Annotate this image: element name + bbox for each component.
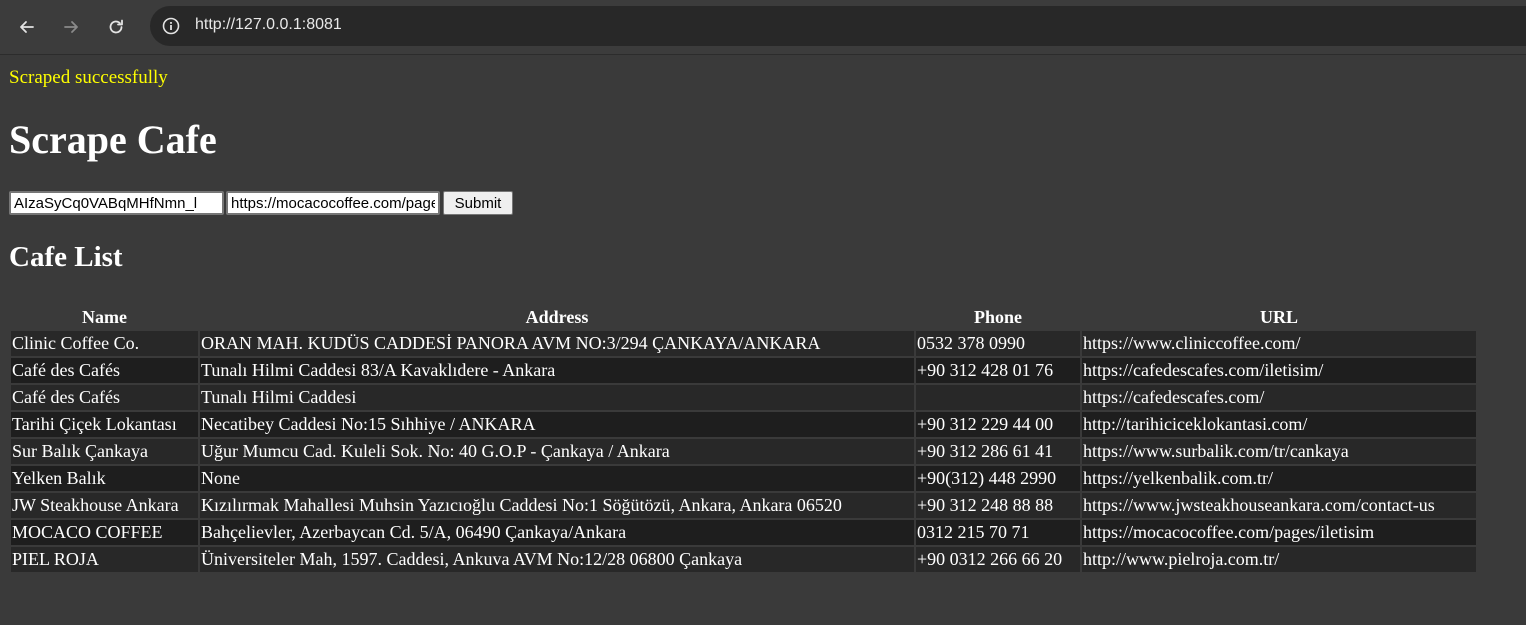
site-info-button[interactable] [158, 13, 184, 39]
cell-name: PIEL ROJA [11, 547, 198, 572]
reload-button[interactable] [99, 10, 133, 44]
table-row: Tarihi Çiçek Lokantası Necatibey Caddesi… [11, 412, 1476, 437]
cell-phone: +90 312 428 01 76 [916, 358, 1080, 383]
cell-address: Tunalı Hilmi Caddesi 83/A Kavaklıdere - … [200, 358, 914, 383]
api-key-input[interactable] [9, 191, 224, 215]
cell-name: Clinic Coffee Co. [11, 331, 198, 356]
table-row: Sur Balık Çankaya Uğur Mumcu Cad. Kuleli… [11, 439, 1476, 464]
arrow-right-icon [64, 21, 78, 33]
cell-name: Sur Balık Çankaya [11, 439, 198, 464]
table-header-row: Name Address Phone URL [11, 305, 1476, 329]
cell-address: None [200, 466, 914, 491]
cell-address: Uğur Mumcu Cad. Kuleli Sok. No: 40 G.O.P… [200, 439, 914, 464]
cell-name: JW Steakhouse Ankara [11, 493, 198, 518]
header-phone: Phone [973, 306, 1022, 327]
cell-url: https://cafedescafes.com/ [1082, 385, 1476, 410]
back-button[interactable] [10, 10, 44, 44]
cell-phone: +90 0312 266 66 20 [916, 547, 1080, 572]
table-row: Clinic Coffee Co. ORAN MAH. KUDÜS CADDES… [11, 331, 1476, 356]
section-title: Cafe List [9, 241, 123, 273]
page-content: Scraped successfully Scrape Cafe Submit … [0, 55, 1526, 625]
arrow-left-icon [20, 21, 34, 33]
table-row: JW Steakhouse Ankara Kızılırmak Mahalles… [11, 493, 1476, 518]
cafe-table: Name Address Phone URL Clinic Coffee Co.… [9, 303, 1478, 574]
address-bar[interactable]: http://127.0.0.1:8081 [150, 6, 1526, 46]
info-icon [162, 17, 180, 35]
cell-address: Üniversiteler Mah, 1597. Caddesi, Ankuva… [200, 547, 914, 572]
cell-phone: +90 312 248 88 88 [916, 493, 1080, 518]
cell-address: ORAN MAH. KUDÜS CADDESİ PANORA AVM NO:3/… [200, 331, 914, 356]
cell-phone: +90(312) 448 2990 [916, 466, 1080, 491]
cell-name: Tarihi Çiçek Lokantası [11, 412, 198, 437]
cell-url: https://www.jwsteakhouseankara.com/conta… [1082, 493, 1476, 518]
forward-button[interactable] [54, 10, 88, 44]
table-row: MOCACO COFFEE Bahçelievler, Azerbaycan C… [11, 520, 1476, 545]
cell-url: http://tarihiciceklokantasi.com/ [1082, 412, 1476, 437]
table-row: PIEL ROJA Üniversiteler Mah, 1597. Cadde… [11, 547, 1476, 572]
address-url[interactable]: http://127.0.0.1:8081 [195, 16, 342, 34]
cell-address: Bahçelievler, Azerbaycan Cd. 5/A, 06490 … [200, 520, 914, 545]
submit-button[interactable]: Submit [443, 191, 513, 215]
cell-name: Café des Cafés [11, 385, 198, 410]
browser-toolbar: http://127.0.0.1:8081 [0, 0, 1526, 55]
table-row: Yelken Balık None +90(312) 448 2990 http… [11, 466, 1476, 491]
cell-url: https://yelkenbalik.com.tr/ [1082, 466, 1476, 491]
page-title: Scrape Cafe [9, 117, 217, 162]
cell-address: Kızılırmak Mahallesi Muhsin Yazıcıoğlu C… [200, 493, 914, 518]
header-name: Name [82, 306, 127, 327]
flash-message: Scraped successfully [9, 67, 168, 88]
url-input[interactable] [226, 191, 440, 215]
cell-phone: +90 312 286 61 41 [916, 439, 1080, 464]
cell-url: https://www.cliniccoffee.com/ [1082, 331, 1476, 356]
cell-phone [916, 385, 1080, 410]
cell-name: Café des Cafés [11, 358, 198, 383]
cell-phone: +90 312 229 44 00 [916, 412, 1080, 437]
cell-name: Yelken Balık [11, 466, 198, 491]
cell-address: Necatibey Caddesi No:15 Sıhhiye / ANKARA [200, 412, 914, 437]
cell-address: Tunalı Hilmi Caddesi [200, 385, 914, 410]
table-row: Café des Cafés Tunalı Hilmi Caddesi 83/A… [11, 358, 1476, 383]
cell-url: https://www.surbalik.com/tr/cankaya [1082, 439, 1476, 464]
header-url: URL [1259, 306, 1298, 327]
cell-phone: 0532 378 0990 [916, 331, 1080, 356]
cell-phone: 0312 215 70 71 [916, 520, 1080, 545]
cell-url: https://mocacocoffee.com/pages/iletisim [1082, 520, 1476, 545]
reload-icon [109, 19, 123, 34]
cell-name: MOCACO COFFEE [11, 520, 198, 545]
cell-url: https://cafedescafes.com/iletisim/ [1082, 358, 1476, 383]
table-row: Café des Cafés Tunalı Hilmi Caddesi http… [11, 385, 1476, 410]
header-address: Address [525, 306, 589, 327]
cell-url: http://www.pielroja.com.tr/ [1082, 547, 1476, 572]
